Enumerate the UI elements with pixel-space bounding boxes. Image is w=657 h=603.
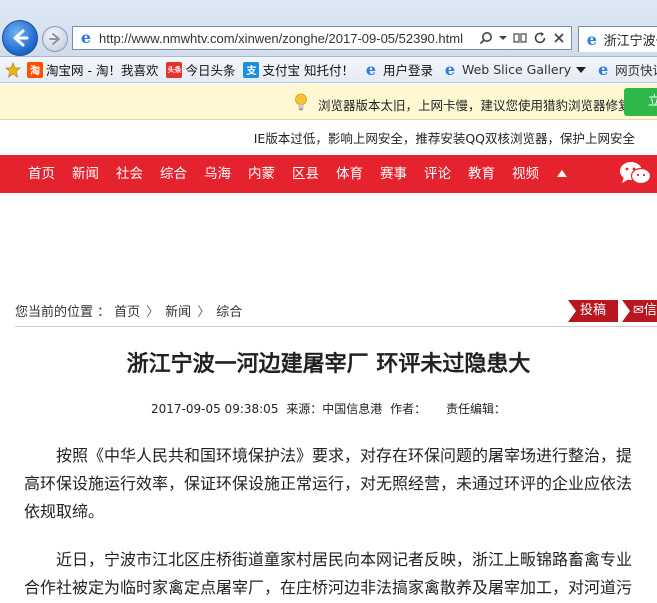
mail-label: 信 bbox=[643, 303, 657, 318]
paragraph-text: 按照《中华人民共和国环境保护法》要求，对存在环保问题的屠宰场进行整治，提高环保设… bbox=[24, 446, 633, 521]
wechat-icon[interactable] bbox=[619, 161, 651, 187]
breadcrumb-prefix: 您当前的位置 ： bbox=[15, 304, 111, 320]
main-nav: 首页 新闻 社会 综合 乌海 内蒙 区县 体育 赛事 评论 教育 视频 bbox=[0, 155, 657, 193]
source-label: 来源： bbox=[286, 402, 323, 416]
address-bar[interactable]: e http://www.nmwhtv.com/xinwen/zonghe/20… bbox=[72, 26, 572, 50]
favorite-taobao[interactable]: 淘 淘宝网 - 淘！我喜欢 bbox=[23, 59, 162, 81]
nav-item-events[interactable]: 赛事 bbox=[380, 155, 407, 193]
article-paragraph: 近日，宁波市江北区庄桥街道童家村居民向本网记者反映，浙江上畈锦路畜禽专业合作社被… bbox=[24, 546, 636, 602]
refresh-icon[interactable] bbox=[533, 31, 547, 45]
ie-page-icon: e bbox=[365, 59, 377, 79]
arrow-right-icon bbox=[49, 33, 60, 45]
article-source: 中国信息港 bbox=[322, 402, 383, 416]
favorite-label: 网页快讯库 bbox=[615, 63, 657, 78]
favorite-user-login[interactable]: e 用户登录 bbox=[358, 59, 437, 81]
caret-up-icon[interactable] bbox=[557, 170, 567, 177]
ie-page-icon: e bbox=[598, 59, 609, 79]
arrow-left-icon bbox=[13, 29, 29, 47]
breadcrumb-divider bbox=[15, 326, 657, 327]
star-icon bbox=[5, 61, 21, 78]
browser-tab[interactable]: e 浙江宁波一 bbox=[578, 26, 657, 52]
breadcrumb-home[interactable]: 首页 bbox=[114, 301, 140, 320]
tab-title: 浙江宁波一 bbox=[603, 34, 657, 49]
search-icon[interactable] bbox=[479, 31, 493, 45]
favorite-label: Web Slice Gallery bbox=[461, 62, 572, 77]
url-text[interactable]: http://www.nmwhtv.com/xinwen/zonghe/2017… bbox=[99, 31, 479, 46]
ie-page-icon: e bbox=[444, 59, 456, 79]
nav-item-inner-mongolia[interactable]: 内蒙 bbox=[248, 155, 275, 193]
favorite-web-slice-gallery[interactable]: e Web Slice Gallery bbox=[437, 59, 590, 81]
chevron-right-icon: 〉 bbox=[197, 304, 211, 320]
favorite-label: 支付宝 知托付！ bbox=[262, 63, 354, 78]
editor-label: 责任编辑： bbox=[445, 402, 506, 416]
favorite-toutiao[interactable]: 头条 今日头条 bbox=[162, 59, 239, 81]
nav-item-general[interactable]: 综合 bbox=[160, 155, 187, 193]
nav-item-news[interactable]: 新闻 bbox=[72, 155, 99, 193]
back-button[interactable] bbox=[2, 20, 38, 56]
favorite-web-feeds[interactable]: e 网页快讯库 bbox=[590, 59, 657, 81]
nav-item-counties[interactable]: 区县 bbox=[292, 155, 319, 193]
favorites-star[interactable] bbox=[0, 59, 23, 81]
nav-item-commentary[interactable]: 评论 bbox=[424, 155, 451, 193]
forward-button[interactable] bbox=[42, 26, 68, 52]
article-datetime: 2017-09-05 09:38:05 bbox=[151, 402, 279, 416]
favorite-label: 用户登录 bbox=[382, 63, 433, 78]
notification-bar: 浏览器版本太旧，上网卡慢，建议您使用猎豹浏览器修复 立 bbox=[0, 84, 657, 120]
ie-version-warning: IE版本过低，影响上网安全，推荐安装QQ双核浏览器，保护上网安全 bbox=[253, 131, 635, 146]
favorite-label: 今日头条 bbox=[185, 63, 236, 78]
close-icon[interactable] bbox=[553, 32, 565, 44]
compatibility-view-icon[interactable] bbox=[513, 31, 527, 45]
nav-item-society[interactable]: 社会 bbox=[116, 155, 143, 193]
notification-text: 浏览器版本太旧，上网卡慢，建议您使用猎豹浏览器修复 bbox=[318, 98, 631, 113]
nav-item-wuhai[interactable]: 乌海 bbox=[204, 155, 231, 193]
ie-page-icon: e bbox=[80, 28, 92, 47]
alipay-icon: 支 bbox=[243, 61, 260, 78]
favorite-label: 淘宝网 - 淘！我喜欢 bbox=[46, 63, 159, 78]
breadcrumb: 您当前的位置 ： 首页 〉 新闻 〉 综合 bbox=[15, 300, 242, 320]
paragraph-text: 近日，宁波市江北区庄桥街道童家村居民向本网记者反映，浙江上畈锦路畜禽专业合作社被… bbox=[24, 550, 633, 597]
lightbulb-icon bbox=[295, 93, 307, 111]
nav-item-home[interactable]: 首页 bbox=[28, 155, 55, 193]
breadcrumb-general[interactable]: 综合 bbox=[216, 301, 242, 320]
favorites-bar: 淘 淘宝网 - 淘！我喜欢 头条 今日头条 支 支付宝 知托付！ e 用户登录 … bbox=[0, 57, 657, 83]
nav-item-education[interactable]: 教育 bbox=[468, 155, 495, 193]
mail-icon: ✉ bbox=[633, 303, 644, 318]
author-label: 作者： bbox=[390, 402, 427, 416]
chevron-down-icon[interactable] bbox=[499, 34, 507, 42]
breadcrumb-news[interactable]: 新闻 bbox=[165, 301, 191, 320]
article-meta: 2017-09-05 09:38:05 来源：中国信息港 作者： 责任编辑： bbox=[0, 400, 657, 417]
fix-browser-button[interactable]: 立 bbox=[624, 88, 657, 116]
ie-page-icon: e bbox=[586, 29, 597, 49]
taobao-icon: 淘 bbox=[27, 61, 43, 78]
browser-toolbar: e http://www.nmwhtv.com/xinwen/zonghe/20… bbox=[0, 0, 657, 57]
toutiao-icon: 头条 bbox=[166, 61, 183, 78]
chevron-right-icon: 〉 bbox=[146, 304, 160, 320]
article-paragraph: 按照《中华人民共和国环境保护法》要求，对存在环保问题的屠宰场进行整治，提高环保设… bbox=[24, 442, 636, 526]
chevron-down-icon[interactable] bbox=[576, 66, 587, 74]
submit-article-button[interactable]: 投稿 bbox=[568, 300, 618, 322]
nav-item-video[interactable]: 视频 bbox=[512, 155, 539, 193]
nav-item-sports[interactable]: 体育 bbox=[336, 155, 363, 193]
mail-button[interactable]: ✉信 bbox=[622, 300, 657, 322]
article-title: 浙江宁波一河边建屠宰厂 环评未过隐患大 bbox=[126, 351, 531, 377]
favorite-alipay[interactable]: 支 支付宝 知托付！ bbox=[239, 59, 357, 81]
